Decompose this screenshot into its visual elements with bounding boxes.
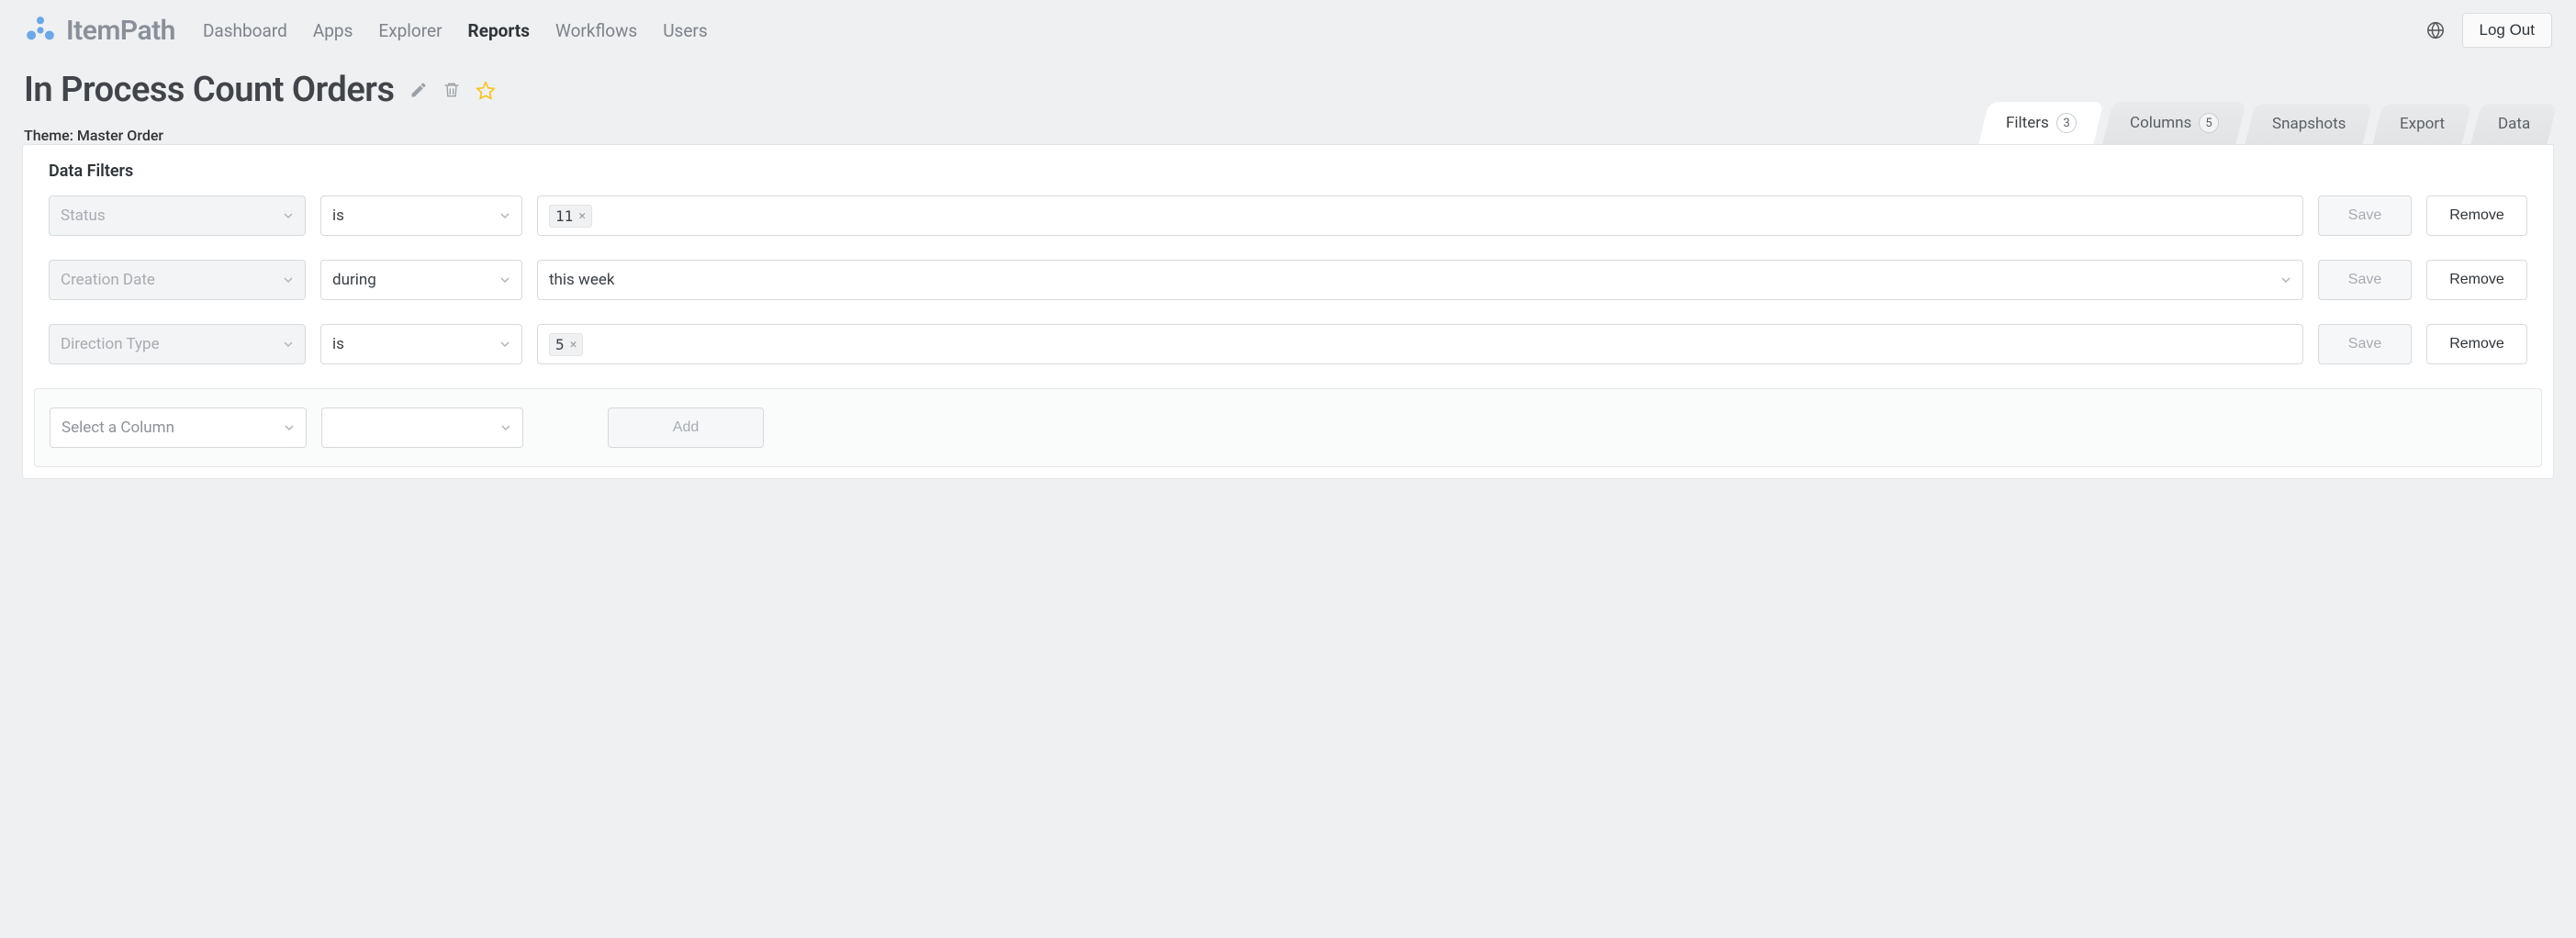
chevron-down-icon [500,422,511,433]
filter-value-text: this week [549,271,614,289]
globe-icon[interactable] [2425,20,2446,40]
trash-icon[interactable] [442,81,461,99]
add-button[interactable]: Add [608,408,764,448]
tag-remove-icon[interactable]: ✕ [578,209,586,223]
filters-panel: Data Filters Status is 11 ✕ Save Remove [22,144,2554,479]
nav-apps[interactable]: Apps [313,20,353,41]
topbar: ItemPath Dashboard Apps Explorer Reports… [0,0,2576,61]
filter-verb-select[interactable]: is [320,195,522,236]
remove-button[interactable]: Remove [2426,195,2527,236]
tag-text: 5 [555,336,565,353]
add-verb-select[interactable] [321,408,523,448]
filter-column-select[interactable]: Direction Type [49,324,306,364]
tab-columns[interactable]: Columns 5 [2102,102,2246,144]
nav-users[interactable]: Users [663,20,707,41]
tab-filters[interactable]: Filters 3 [1978,102,2103,144]
chevron-down-icon [2280,274,2291,285]
filter-verb-select[interactable]: is [320,324,522,364]
filter-column-select[interactable]: Status [49,195,306,236]
tab-label: Columns [2130,114,2191,132]
tag-remove-icon[interactable]: ✕ [570,338,577,352]
tab-badge: 3 [2056,113,2077,133]
brand-logo-icon [24,14,57,47]
filter-column-value: Creation Date [61,271,155,289]
nav-explorer[interactable]: Explorer [378,20,442,41]
add-column-select[interactable]: Select a Column [50,408,307,448]
chevron-down-icon [499,210,510,221]
save-button[interactable]: Save [2318,195,2412,236]
page-header: In Process Count Orders Theme: Master Or… [0,61,2576,144]
filter-column-select[interactable]: Creation Date [49,260,306,300]
chevron-down-icon [283,210,294,221]
filter-column-value: Status [61,207,106,225]
star-icon[interactable] [476,81,494,99]
filter-row: Direction Type is 5 ✕ Save Remove [49,324,2527,364]
filter-value-input[interactable]: 5 ✕ [537,324,2303,364]
filter-verb-value: is [332,335,344,353]
filter-column-value: Direction Type [61,335,160,353]
filter-value-tag: 11 ✕ [549,205,592,228]
chevron-down-icon [499,274,510,285]
chevron-down-icon [283,274,294,285]
filter-verb-value: during [332,271,376,289]
save-button[interactable]: Save [2318,324,2412,364]
brand[interactable]: ItemPath [24,14,175,47]
chevron-down-icon [284,422,295,433]
filter-verb-value: is [332,207,344,225]
filter-row: Creation Date during this week Save Remo… [49,260,2527,300]
tab-label: Filters [2006,114,2049,132]
nav-workflows[interactable]: Workflows [555,20,637,41]
topbar-right: Log Out [2425,13,2553,48]
edit-icon[interactable] [409,81,428,99]
remove-button[interactable]: Remove [2426,324,2527,364]
filter-value-input[interactable]: 11 ✕ [537,195,2303,236]
brand-name: ItemPath [66,15,175,47]
theme-name: Master Order [77,127,163,144]
filter-verb-select[interactable]: during [320,260,522,300]
logout-button[interactable]: Log Out [2462,13,2553,48]
chevron-down-icon [499,339,510,350]
tab-label: Export [2400,115,2445,133]
nav-dashboard[interactable]: Dashboard [203,20,287,41]
page-title: In Process Count Orders [24,70,395,110]
filter-value-tag: 5 ✕ [549,333,583,356]
add-column-placeholder: Select a Column [62,419,174,437]
remove-button[interactable]: Remove [2426,260,2527,300]
tab-export[interactable]: Export [2372,104,2471,144]
filter-value-select[interactable]: this week [537,260,2303,300]
tab-snapshots[interactable]: Snapshots [2246,104,2373,144]
section-title: Data Filters [49,162,2527,181]
nav-reports[interactable]: Reports [468,20,530,41]
filter-row: Status is 11 ✕ Save Remove [49,195,2527,236]
add-filter-area: Select a Column Add [34,388,2542,467]
tab-badge: 5 [2199,113,2219,133]
theme-line: Theme: Master Order [24,127,1984,144]
chevron-down-icon [283,339,294,350]
tab-strip: Filters 3 Columns 5 Snapshots Export Dat… [1984,102,2552,144]
tag-text: 11 [555,207,573,225]
tab-data[interactable]: Data [2470,104,2557,144]
theme-prefix: Theme: [24,127,77,144]
save-button[interactable]: Save [2318,260,2412,300]
tab-label: Data [2498,115,2530,133]
main-nav: Dashboard Apps Explorer Reports Workflow… [203,20,2425,41]
tab-label: Snapshots [2272,115,2346,133]
